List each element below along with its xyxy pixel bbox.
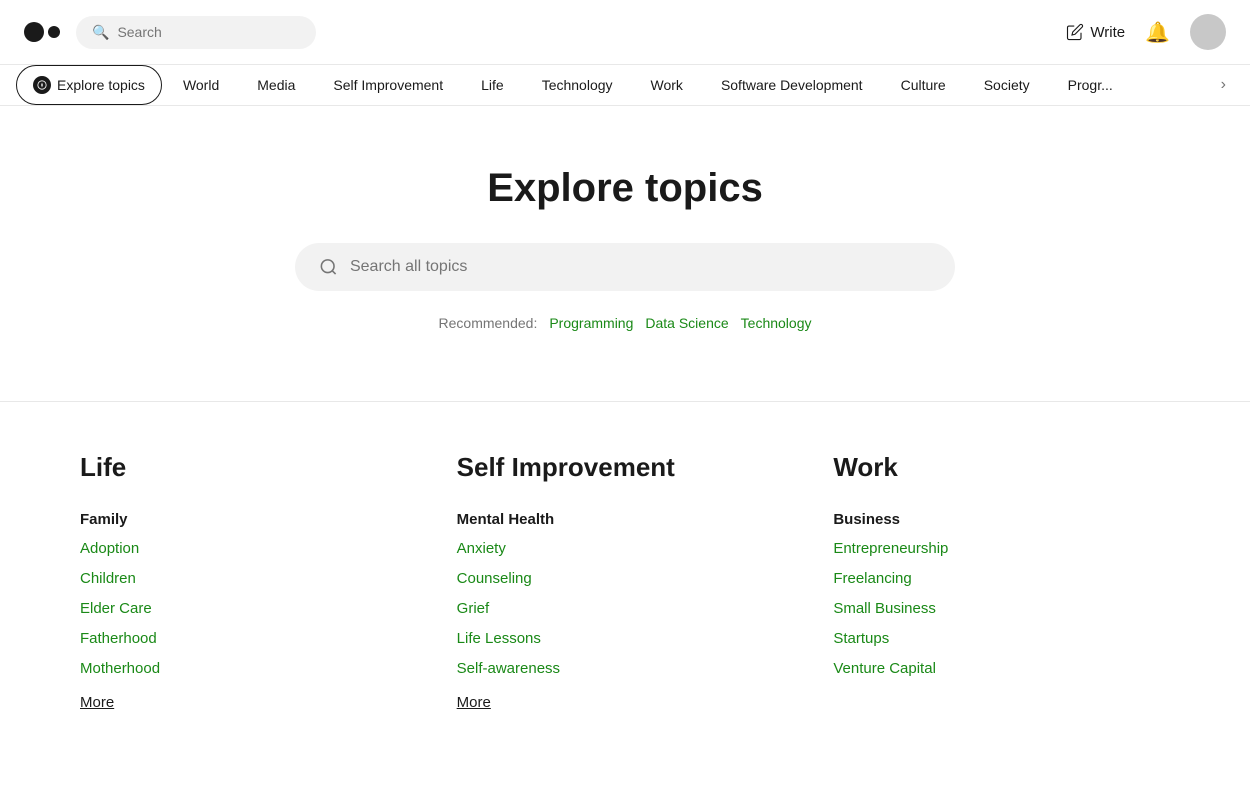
elder-care-link[interactable]: Elder Care (80, 600, 152, 617)
recommended-section: Recommended: Programming Data Science Te… (20, 315, 1230, 331)
recommended-data-science[interactable]: Data Science (645, 315, 728, 331)
list-item: Freelancing (833, 570, 1170, 588)
adoption-link[interactable]: Adoption (80, 540, 139, 557)
list-item: Entrepreneurship (833, 540, 1170, 558)
venture-capital-link[interactable]: Venture Capital (833, 660, 936, 677)
section-self-improvement: Self Improvement Mental Health Anxiety C… (457, 452, 794, 732)
hero-search-bar[interactable] (295, 243, 955, 291)
subtopic-family: Family Adoption Children Elder Care Fath… (80, 511, 417, 712)
grief-link[interactable]: Grief (457, 600, 490, 617)
logo[interactable] (24, 22, 60, 42)
media-label: Media (257, 77, 295, 93)
list-item: Counseling (457, 570, 794, 588)
subtopic-business-title: Business (833, 511, 1170, 528)
logo-dot-small (48, 26, 60, 38)
business-list: Entrepreneurship Freelancing Small Busin… (833, 540, 1170, 678)
anxiety-link[interactable]: Anxiety (457, 540, 506, 557)
section-self-improvement-title: Self Improvement (457, 452, 794, 483)
topic-pill-media[interactable]: Media (240, 66, 312, 104)
list-item: Fatherhood (80, 630, 417, 648)
subtopic-mental-health-title: Mental Health (457, 511, 794, 528)
topic-pill-software-dev[interactable]: Software Development (704, 66, 880, 104)
write-label: Write (1090, 24, 1125, 41)
write-icon (1066, 23, 1084, 41)
mental-health-list: Anxiety Counseling Grief Life Lessons Se… (457, 540, 794, 678)
list-item: Grief (457, 600, 794, 618)
entrepreneurship-link[interactable]: Entrepreneurship (833, 540, 948, 557)
hero-section: Explore topics Recommended: Programming … (0, 106, 1250, 361)
list-item: Life Lessons (457, 630, 794, 648)
section-work: Work Business Entrepreneurship Freelanci… (833, 452, 1170, 732)
topic-pill-programming[interactable]: Progr... (1051, 66, 1130, 104)
avatar[interactable] (1190, 14, 1226, 50)
self-improvement-label: Self Improvement (333, 77, 443, 93)
write-button[interactable]: Write (1066, 23, 1125, 41)
subtopic-business: Business Entrepreneurship Freelancing Sm… (833, 511, 1170, 678)
header-search[interactable]: 🔍 (76, 16, 316, 49)
software-dev-label: Software Development (721, 77, 863, 93)
topics-grid: Life Family Adoption Children Elder Care… (0, 402, 1250, 782)
topic-pill-technology[interactable]: Technology (525, 66, 630, 104)
topic-pill-culture[interactable]: Culture (884, 66, 963, 104)
freelancing-link[interactable]: Freelancing (833, 570, 911, 587)
list-item: Children (80, 570, 417, 588)
world-label: World (183, 77, 219, 93)
hero-search-input[interactable] (350, 258, 931, 276)
counseling-link[interactable]: Counseling (457, 570, 532, 587)
subtopic-mental-health: Mental Health Anxiety Counseling Grief L… (457, 511, 794, 712)
header-search-input[interactable] (117, 24, 300, 40)
topic-pill-world[interactable]: World (166, 66, 236, 104)
topic-pill-society[interactable]: Society (967, 66, 1047, 104)
list-item: Motherhood (80, 660, 417, 678)
recommended-label: Recommended: (439, 315, 538, 331)
recommended-programming[interactable]: Programming (549, 315, 633, 331)
header-right: Write 🔔 (1066, 14, 1226, 50)
section-life: Life Family Adoption Children Elder Care… (80, 452, 417, 732)
culture-label: Culture (901, 77, 946, 93)
self-awareness-link[interactable]: Self-awareness (457, 660, 560, 677)
topic-pill-work[interactable]: Work (634, 66, 700, 104)
hero-title: Explore topics (20, 166, 1230, 211)
children-link[interactable]: Children (80, 570, 136, 587)
compass-icon (33, 76, 51, 94)
notification-icon[interactable]: 🔔 (1145, 20, 1170, 45)
topic-pill-explore[interactable]: Explore topics (16, 65, 162, 105)
topics-nav: Explore topics World Media Self Improvem… (0, 65, 1250, 106)
self-improvement-more: More (457, 694, 491, 712)
list-item: Small Business (833, 600, 1170, 618)
section-work-title: Work (833, 452, 1170, 483)
self-improvement-more-link[interactable]: More (457, 694, 491, 711)
list-item: Venture Capital (833, 660, 1170, 678)
topic-pill-life[interactable]: Life (464, 66, 521, 104)
list-item: Adoption (80, 540, 417, 558)
life-more-link[interactable]: More (80, 694, 114, 711)
family-list: Adoption Children Elder Care Fatherhood … (80, 540, 417, 678)
fatherhood-link[interactable]: Fatherhood (80, 630, 157, 647)
small-business-link[interactable]: Small Business (833, 600, 936, 617)
society-label: Society (984, 77, 1030, 93)
list-item: Startups (833, 630, 1170, 648)
nav-arrow-right[interactable]: › (1213, 68, 1234, 102)
startups-link[interactable]: Startups (833, 630, 889, 647)
technology-label: Technology (542, 77, 613, 93)
motherhood-link[interactable]: Motherhood (80, 660, 160, 677)
life-lessons-link[interactable]: Life Lessons (457, 630, 541, 647)
header: 🔍 Write 🔔 (0, 0, 1250, 65)
life-label: Life (481, 77, 504, 93)
programming-label: Progr... (1068, 77, 1113, 93)
compass-svg (37, 80, 47, 90)
explore-topics-label: Explore topics (57, 77, 145, 93)
list-item: Elder Care (80, 600, 417, 618)
subtopic-family-title: Family (80, 511, 417, 528)
list-item: Anxiety (457, 540, 794, 558)
life-more: More (80, 694, 114, 712)
hero-search-icon (319, 257, 338, 277)
logo-dot-large (24, 22, 44, 42)
topic-pill-self-improvement[interactable]: Self Improvement (316, 66, 460, 104)
section-life-title: Life (80, 452, 417, 483)
search-icon: 🔍 (92, 24, 109, 41)
recommended-technology[interactable]: Technology (741, 315, 812, 331)
list-item: Self-awareness (457, 660, 794, 678)
work-label: Work (651, 77, 683, 93)
